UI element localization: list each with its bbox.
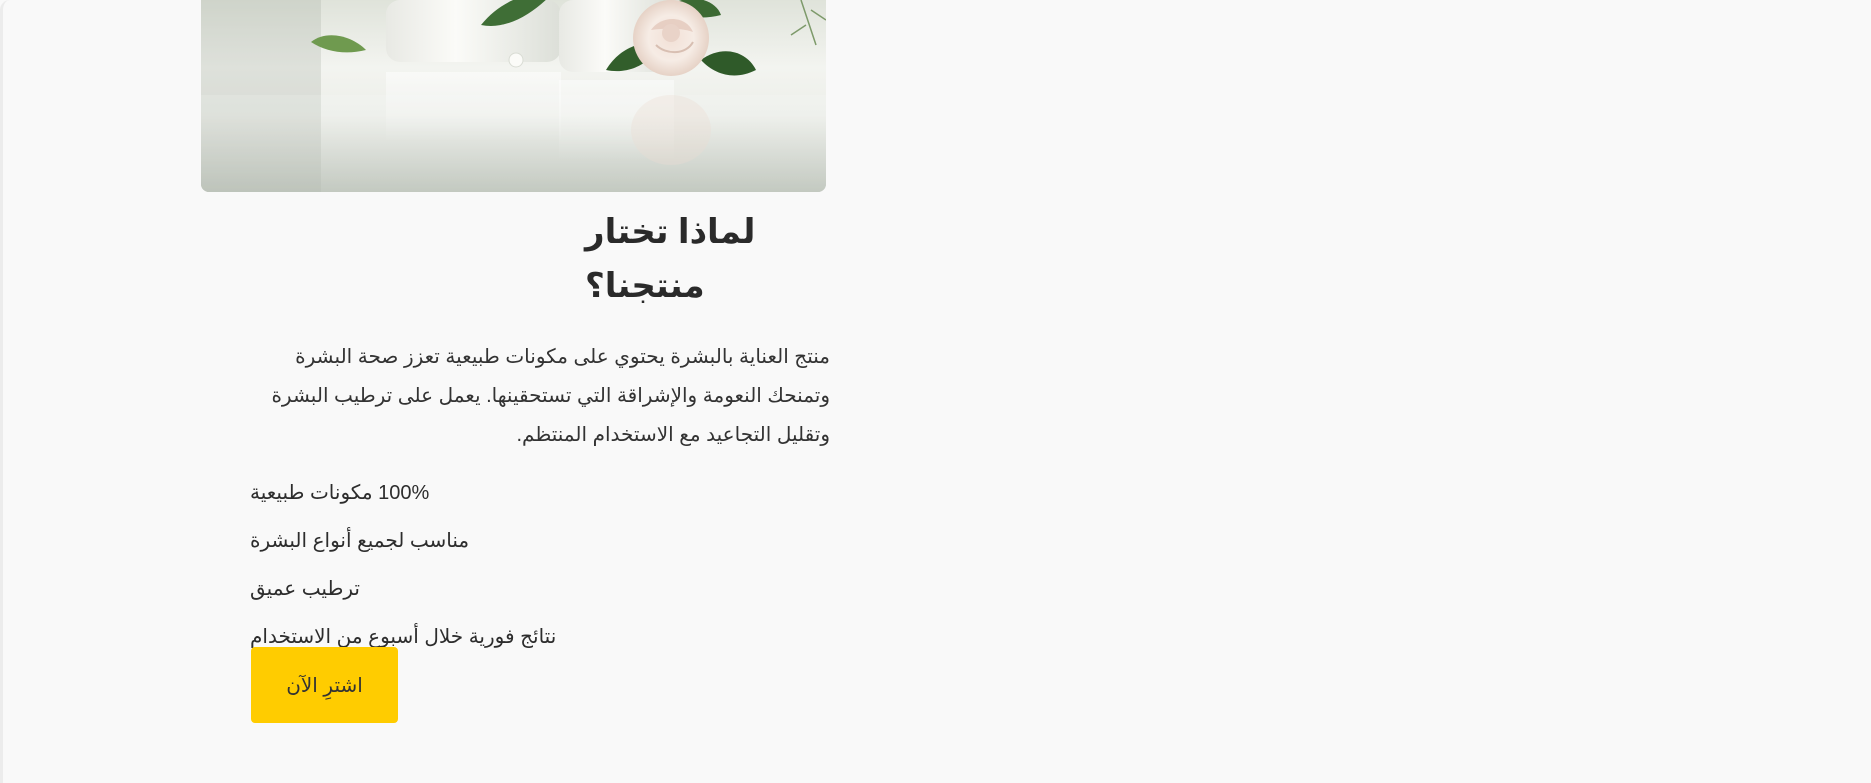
feature-text: نتائج فورية خلال أسبوع من الاستخدام — [250, 626, 557, 648]
product-description: منتج العناية بالبشرة يحتوي على مكونات طب… — [271, 346, 830, 446]
feature-item: مناسب لجميع أنواع البشرة — [250, 529, 830, 553]
feature-item: نتائج فورية خلال أسبوع من الاستخدام — [250, 625, 830, 649]
feature-list: 100% مكونات طبيعية مناسب لجميع أنواع الب… — [250, 481, 830, 649]
feature-item: ترطيب عميق — [250, 577, 830, 601]
feature-text: ترطيب عميق — [250, 578, 360, 600]
why-choose-section: لماذا تختار منتجنا؟ منتج العناية بالبشرة… — [250, 205, 830, 673]
buy-now-button[interactable]: اشترِ الآن — [251, 647, 398, 723]
feature-text: مناسب لجميع أنواع البشرة — [250, 530, 470, 552]
feature-text: 100% مكونات طبيعية — [250, 482, 430, 504]
feature-item: 100% مكونات طبيعية — [250, 481, 830, 505]
section-title: لماذا تختار منتجنا؟ — [585, 213, 756, 305]
product-hero-image — [201, 0, 826, 192]
